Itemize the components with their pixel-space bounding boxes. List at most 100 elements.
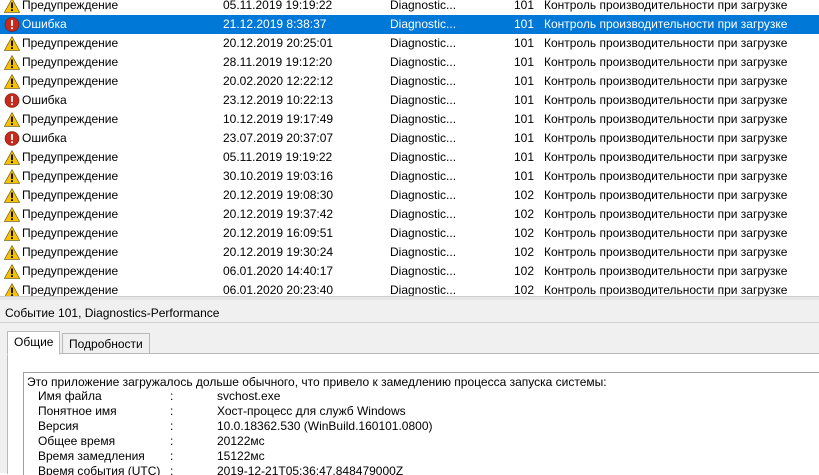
- event-row[interactable]: Предупреждение 20.12.2019 19:08:30 Diagnos…: [0, 186, 819, 205]
- property-value: 10.0.18362.530 (WinBuild.160101.0800): [217, 419, 433, 433]
- warning-icon: [3, 225, 21, 241]
- property-key: Версия: [38, 419, 79, 433]
- event-id: 102: [514, 188, 535, 202]
- warning-icon: [4, 282, 20, 296]
- event-row[interactable]: Предупреждение 20.02.2020 12:22:12 Diagnos…: [0, 72, 819, 91]
- details-divider: [0, 322, 819, 323]
- event-task: Контроль производительности при загрузке: [544, 0, 788, 12]
- event-level: Предупреждение: [22, 264, 119, 278]
- warning-icon: [3, 244, 21, 260]
- event-task: Контроль производительности при загрузке: [544, 226, 788, 240]
- property-value: Хост-процесс для служб Windows: [217, 404, 406, 418]
- event-row[interactable]: Предупреждение 20.12.2019 19:37:42 Diagnos…: [0, 205, 819, 224]
- property-row: Время события (UTC): 2019-12-21T05:36:47.…: [24, 464, 819, 475]
- event-id: 101: [514, 0, 535, 12]
- warning-icon: [3, 35, 21, 51]
- description-box[interactable]: Это приложение загружалось дольше обычно…: [23, 372, 819, 475]
- event-task: Контроль производительности при загрузке: [544, 169, 788, 183]
- property-row: Время замедления: 15122мс: [24, 449, 819, 464]
- event-id: 101: [514, 112, 535, 126]
- event-source: Diagnostic...: [390, 150, 457, 164]
- event-level: Ошибка: [22, 131, 67, 145]
- event-source: Diagnostic...: [390, 112, 457, 126]
- event-row[interactable]: Предупреждение 20.12.2019 20:25:01 Diagnos…: [0, 34, 819, 53]
- property-value: 2019-12-21T05:36:47.848479000Z: [217, 464, 404, 475]
- event-source: Diagnostic...: [390, 207, 457, 221]
- property-row: Общее время: 20122мс: [24, 434, 819, 449]
- event-row[interactable]: Предупреждение 06.01.2020 14:40:17 Diagnos…: [0, 262, 819, 281]
- event-list[interactable]: Предупреждение 05.11.2019 19:19:22 Diagnos…: [0, 0, 819, 296]
- warning-icon: [3, 54, 21, 70]
- event-level: Предупреждение: [22, 150, 119, 164]
- event-row[interactable]: Предупреждение 06.01.2020 20:23:40 Diagnos…: [0, 281, 819, 296]
- warning-icon: [3, 187, 21, 203]
- event-task: Контроль производительности при загрузке: [544, 112, 788, 126]
- property-row: Имя файла: svchost.exe: [24, 389, 819, 404]
- property-value: svchost.exe: [217, 389, 281, 403]
- event-level: Предупреждение: [22, 207, 119, 221]
- event-id: 102: [514, 264, 535, 278]
- event-date: 20.12.2019 19:37:42: [223, 207, 334, 221]
- event-id: 101: [514, 17, 535, 31]
- warning-icon: [3, 168, 21, 184]
- tab-details[interactable]: Подробности: [62, 333, 150, 355]
- property-key: Время замедления: [38, 449, 145, 463]
- event-row[interactable]: Предупреждение 20.12.2019 16:09:51 Diagnos…: [0, 224, 819, 243]
- event-row[interactable]: Ошибка 23.07.2019 20:37:07 Diagnostic... 10…: [0, 129, 819, 148]
- event-id: 101: [514, 55, 535, 69]
- event-level: Ошибка: [22, 93, 67, 107]
- property-value: 20122мс: [217, 434, 265, 448]
- property-key: Имя файла: [38, 389, 102, 403]
- event-level: Предупреждение: [22, 226, 119, 240]
- warning-icon: [3, 149, 21, 165]
- event-source: Diagnostic...: [390, 245, 457, 259]
- event-task: Контроль производительности при загрузке: [544, 283, 788, 296]
- property-separator: :: [170, 419, 174, 433]
- event-level: Предупреждение: [22, 283, 119, 296]
- event-task: Контроль производительности при загрузке: [544, 93, 788, 107]
- warning-icon: [3, 206, 21, 222]
- event-details-pane: Событие 101, Diagnostics-Performance Общ…: [0, 300, 819, 475]
- event-source: Diagnostic...: [390, 17, 457, 31]
- event-source: Diagnostic...: [390, 131, 457, 145]
- event-id: 102: [514, 245, 535, 259]
- event-date: 20.12.2019 16:09:51: [223, 226, 334, 240]
- event-row[interactable]: Ошибка 21.12.2019 8:38:37 Diagnostic... 101…: [0, 15, 819, 34]
- event-row[interactable]: Предупреждение 05.11.2019 19:19:22 Diagnos…: [0, 0, 819, 15]
- event-id: 102: [514, 226, 535, 240]
- event-row[interactable]: Предупреждение 20.12.2019 19:30:24 Diagnos…: [0, 243, 819, 262]
- tab-page-general: Это приложение загружалось дольше обычно…: [7, 353, 819, 475]
- event-row[interactable]: Предупреждение 10.12.2019 19:17:49 Diagnos…: [0, 110, 819, 129]
- event-date: 23.07.2019 20:37:07: [223, 131, 334, 145]
- event-row[interactable]: Предупреждение 05.11.2019 19:19:22 Diagnos…: [0, 148, 819, 167]
- event-id: 101: [514, 36, 535, 50]
- event-date: 28.11.2019 19:12:20: [223, 55, 333, 69]
- event-date: 05.11.2019 19:19:22: [223, 0, 333, 12]
- event-row[interactable]: Предупреждение 30.10.2019 19:03:16 Diagnos…: [0, 167, 819, 186]
- event-source: Diagnostic...: [390, 169, 457, 183]
- event-date: 20.12.2019 20:25:01: [223, 36, 334, 50]
- warning-icon: [3, 263, 21, 279]
- event-source: Diagnostic...: [390, 0, 457, 12]
- tab-general[interactable]: Общие: [7, 331, 61, 355]
- event-level: Ошибка: [22, 17, 67, 31]
- property-separator: :: [170, 389, 174, 403]
- event-id: 101: [514, 74, 535, 88]
- error-icon: [4, 93, 20, 108]
- event-id: 101: [514, 169, 535, 183]
- error-icon: [4, 131, 20, 146]
- event-task: Контроль производительности при загрузке: [544, 17, 788, 31]
- event-source: Diagnostic...: [390, 264, 457, 278]
- event-level: Предупреждение: [22, 112, 119, 126]
- event-task: Контроль производительности при загрузке: [544, 264, 788, 278]
- details-title: Событие 101, Diagnostics-Performance: [5, 306, 220, 320]
- warning-icon: [3, 111, 21, 127]
- event-task: Контроль производительности при загрузке: [544, 207, 788, 221]
- event-row[interactable]: Ошибка 23.12.2019 10:22:13 Diagnostic... 10…: [0, 91, 819, 110]
- event-row[interactable]: Предупреждение 28.11.2019 19:12:20 Diagnos…: [0, 53, 819, 72]
- event-level: Предупреждение: [22, 0, 119, 12]
- event-id: 101: [514, 131, 535, 145]
- warning-icon: [3, 0, 21, 13]
- event-source: Diagnostic...: [390, 283, 457, 296]
- event-date: 10.12.2019 19:17:49: [223, 112, 334, 126]
